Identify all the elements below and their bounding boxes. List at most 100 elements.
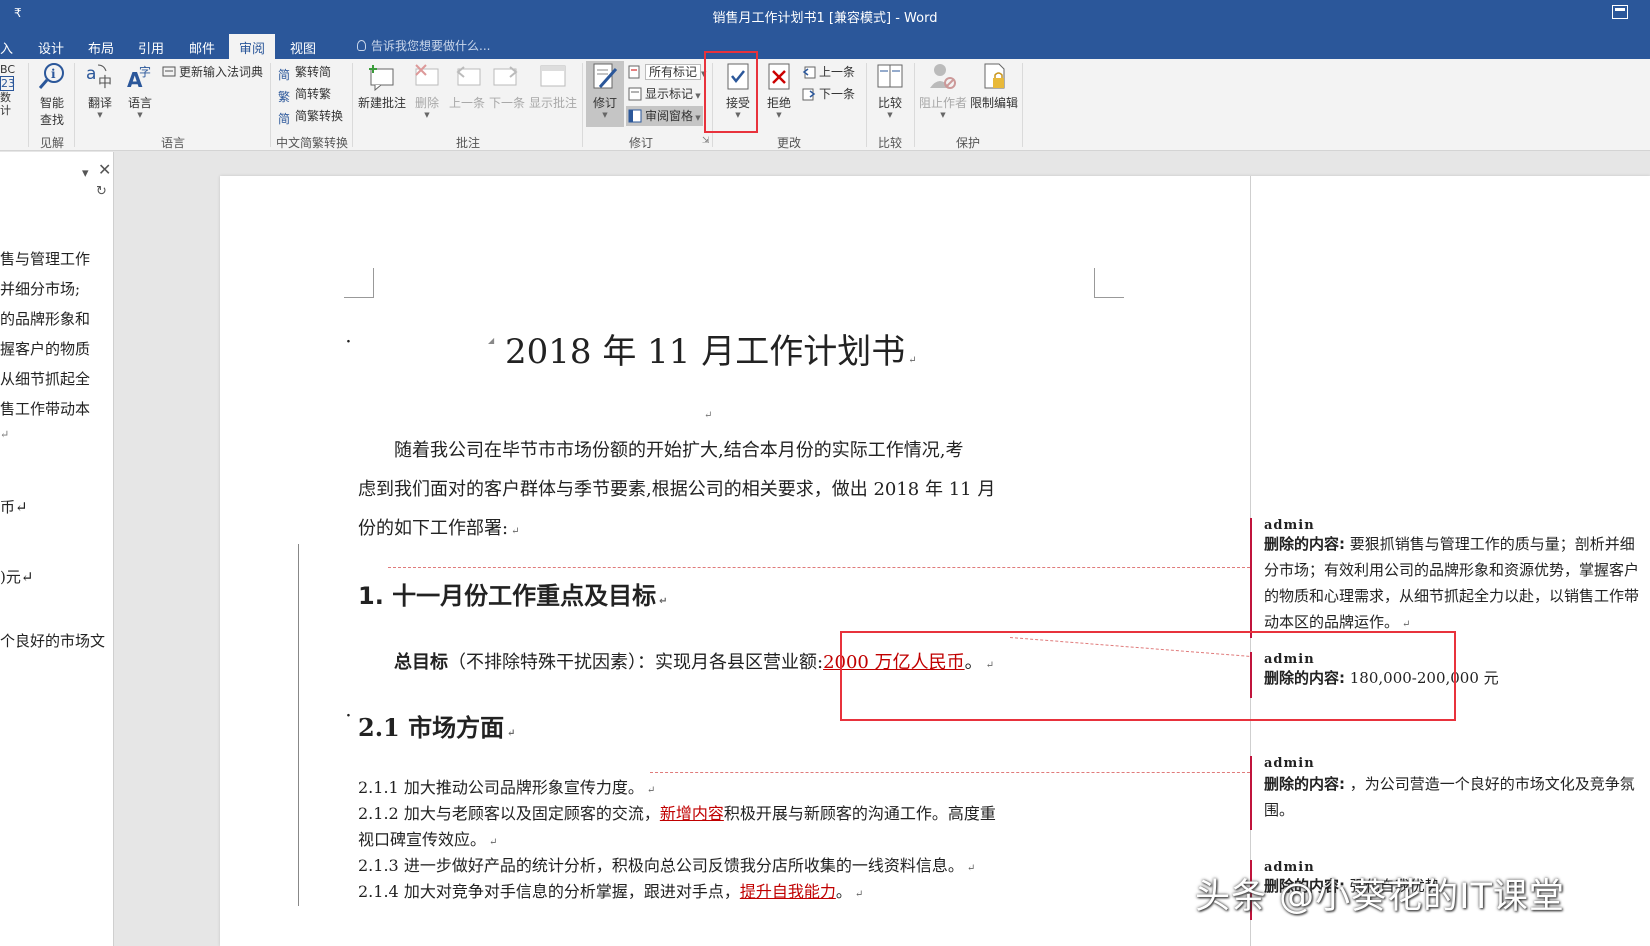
- update-ime-label: 更新输入法词典: [179, 65, 264, 79]
- smart-lookup-button[interactable]: i 智能 查找: [32, 61, 72, 131]
- document-page[interactable]: · ◢ 2018 年 11 月工作计划书 ↵ ↵ 随着我公司在毕节市市场份额的开始…: [220, 176, 1650, 946]
- list-item[interactable]: 2.1.1 加大推动公司品牌形象宣传力度。 ↵: [358, 774, 655, 798]
- balloon-label: 删除的内容:: [1264, 775, 1345, 793]
- intro-line[interactable]: 随着我公司在毕节市市场份额的开始扩大,结合本月份的实际工作情况,考: [394, 436, 963, 462]
- group-separator: [74, 63, 75, 147]
- dropdown-arrow-icon: ▼: [776, 111, 782, 119]
- previous-comment-button[interactable]: 上一条: [447, 61, 487, 131]
- simp-trad-icon: 繁: [278, 90, 291, 104]
- inserted-revision[interactable]: 新增内容: [660, 804, 724, 823]
- revision-balloon[interactable]: admin 删除的内容: 要狠抓销售与管理工作的质与量；剖析并细 分市场；有效利…: [1250, 518, 1639, 638]
- reject-icon: [768, 63, 790, 90]
- tab-design[interactable]: 设计: [38, 36, 64, 59]
- track-changes-icon: [593, 63, 618, 89]
- update-ime-dictionary-button[interactable]: 更新输入法词典: [162, 63, 263, 83]
- next-comment-button[interactable]: 下一条: [487, 61, 527, 131]
- reject-button[interactable]: 拒绝 ▼: [760, 61, 798, 131]
- smart-lookup-label-2: 查找: [39, 113, 64, 127]
- restrict-editing-label: 限制编辑: [969, 96, 1018, 110]
- proofing-partial-label: 数: [0, 91, 11, 104]
- list-item[interactable]: 视口碑宣传效应。 ↵: [358, 826, 497, 850]
- chinese-convert-button[interactable]: 简简繁转换: [278, 107, 343, 127]
- group-separator: [270, 63, 271, 147]
- next-change-button[interactable]: 下一条: [802, 85, 855, 105]
- delete-comment-button[interactable]: 删除 ▼: [408, 61, 446, 131]
- new-comment-label: 新建批注: [357, 96, 406, 110]
- document-title[interactable]: 2018 年 11 月工作计划书 ↵: [505, 324, 917, 373]
- markup-select-value: 所有标记: [645, 64, 702, 80]
- simp-to-trad-button[interactable]: 繁简转繁: [278, 85, 331, 105]
- group-label-changes: 更改: [776, 136, 801, 150]
- heading-1-text: 1. 十一月份工作重点及目标: [358, 582, 657, 610]
- paragraph-mark-icon: ↵: [659, 596, 668, 607]
- ribbon-display-options-icon[interactable]: [1612, 5, 1628, 19]
- intro-line[interactable]: 份的如下工作部署: ↵: [358, 514, 519, 540]
- svg-text:字: 字: [139, 64, 151, 79]
- tab-view[interactable]: 视图: [290, 36, 316, 59]
- show-markup-button[interactable]: 显示标记 ▼: [628, 85, 701, 105]
- revision-balloon[interactable]: admin 删除的内容: ，为公司营造一个良好的市场文化及竞争氛 围。: [1250, 756, 1635, 830]
- proofing-partial-label: 计: [0, 104, 11, 117]
- new-comment-button[interactable]: 新建批注: [357, 61, 407, 131]
- tab-insert[interactable]: 入: [0, 36, 13, 59]
- track-changes-button[interactable]: 修订 ▼: [586, 61, 624, 127]
- paragraph-mark-icon: ↵: [511, 526, 520, 537]
- review-pane-button[interactable]: 审阅窗格 ▼: [626, 106, 703, 126]
- trad-to-simp-button[interactable]: 简繁转简: [278, 63, 331, 83]
- tab-review[interactable]: 审阅: [229, 34, 276, 59]
- balloon-text: 围。: [1264, 801, 1295, 819]
- accept-highlight-box: [704, 51, 758, 133]
- nav-text-line: 从细节抓起全: [0, 370, 91, 388]
- dialog-launcher-icon[interactable]: ⇲: [702, 136, 710, 146]
- tab-references[interactable]: 引用: [138, 36, 164, 59]
- next-change-icon: [802, 88, 816, 101]
- goal-text: （不排除特殊干扰因素）：实现月各县区营业额:: [448, 652, 824, 673]
- pane-splitter[interactable]: [114, 152, 126, 946]
- intro-line[interactable]: 虑到我们面对的客户群体与季节要素,根据公司的相关要求，做出 2018 年 11 …: [358, 475, 995, 501]
- tell-me-placeholder: 告诉我您想要做什么...: [371, 39, 491, 53]
- paragraph-mark-icon: ↵: [854, 889, 864, 900]
- tab-mailings[interactable]: 邮件: [189, 36, 215, 59]
- goal-label: 总目标: [394, 652, 448, 673]
- markup-select[interactable]: 所有标记 ▼: [628, 63, 706, 83]
- heading-1[interactable]: 1. 十一月份工作重点及目标 ↵: [358, 576, 668, 611]
- tab-layout[interactable]: 布局: [88, 36, 114, 59]
- smart-lookup-label-1: 智能: [39, 96, 64, 110]
- dropdown-arrow-icon: ▼: [693, 92, 701, 100]
- refresh-icon[interactable]: ↻: [96, 184, 107, 199]
- compare-icon: [877, 64, 903, 88]
- margin-corner-mark: [344, 268, 374, 298]
- restrict-editing-button[interactable]: 限制编辑: [968, 61, 1020, 131]
- balloon-text: 动本区的品牌运作。: [1264, 613, 1400, 631]
- previous-change-button[interactable]: 上一条: [802, 63, 855, 83]
- tell-me-box[interactable]: 告诉我您想要做什么...: [357, 37, 490, 54]
- block-authors-button[interactable]: 阻止作者 ▼: [918, 61, 968, 131]
- svg-text:a: a: [86, 64, 96, 84]
- inserted-revision[interactable]: 提升自我能力: [740, 882, 836, 901]
- list-item-text: 进一步做好产品的统计分析，积极向总公司反馈我分店所收集的一线资料信息。: [403, 856, 964, 875]
- track-changes-label: 修订: [592, 96, 617, 110]
- pane-options-icon[interactable]: ▾: [82, 166, 89, 181]
- paragraph-mark-icon: ↵: [489, 837, 498, 848]
- delete-comment-label: 删除: [414, 96, 439, 110]
- group-label-protect: 保护: [955, 136, 980, 150]
- list-item[interactable]: 2.1.4 加大对竞争对手信息的分析掌握，跟进对手点，提升自我能力。 ↵: [358, 878, 863, 902]
- show-comments-button[interactable]: 显示批注: [527, 61, 579, 131]
- paragraph-mark-icon: ↵: [966, 863, 976, 874]
- paragraph-mark-icon: ↵: [1402, 619, 1411, 630]
- heading-2[interactable]: 2.1 市场方面 ↵: [358, 708, 516, 743]
- compare-button[interactable]: 比较 ▼: [870, 61, 910, 131]
- proofing-partial-button[interactable]: BC 23 数 计: [0, 63, 15, 117]
- group-separator: [866, 63, 867, 147]
- balloon-text: ，为公司营造一个良好的市场文化及竞争氛: [1345, 775, 1635, 793]
- list-item[interactable]: 2.1.3 进一步做好产品的统计分析，积极向总公司反馈我分店所收集的一线资料信息…: [358, 852, 975, 876]
- window-title: 销售月工作计划书1 [兼容模式] - Word: [712, 11, 938, 26]
- language-label: 语言: [127, 96, 152, 110]
- translate-button[interactable]: a中 翻译 ▼: [80, 61, 120, 131]
- language-button[interactable]: A字 语言 ▼: [120, 61, 160, 131]
- dropdown-arrow-icon: ▼: [887, 111, 893, 119]
- group-label-insights: 见解: [39, 136, 64, 150]
- list-item[interactable]: 2.1.2 加大与老顾客以及固定顾客的交流，新增内容积极开展与新顾客的沟通工作。…: [358, 800, 996, 824]
- close-pane-icon[interactable]: ✕: [98, 160, 111, 179]
- chinese-convert-label: 简繁转换: [295, 109, 344, 123]
